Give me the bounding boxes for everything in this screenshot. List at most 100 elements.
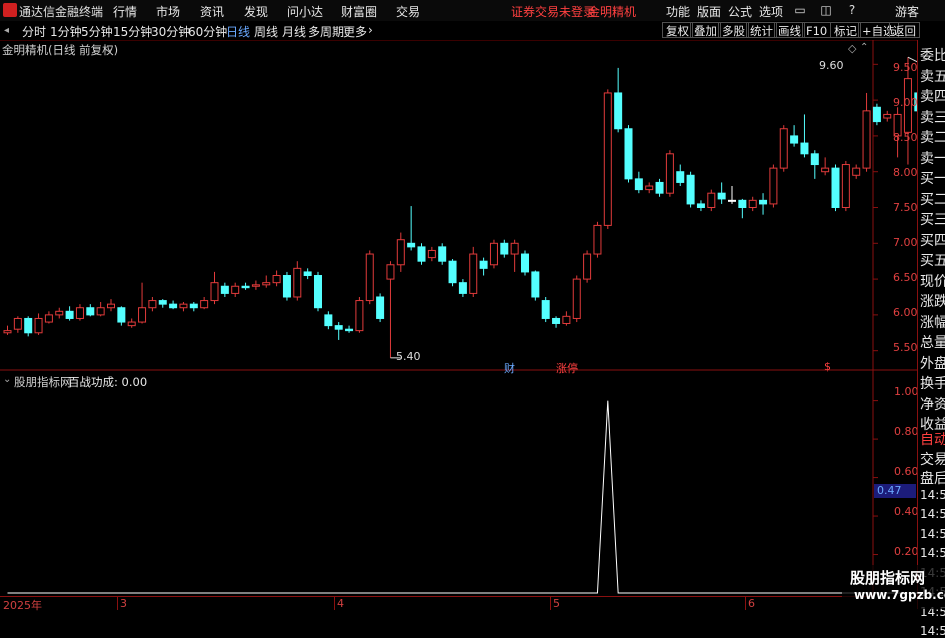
help-icon[interactable]: ? bbox=[844, 2, 860, 18]
candle-body[interactable] bbox=[355, 300, 364, 332]
menu-formula[interactable]: 公式 bbox=[728, 3, 752, 20]
candle-body[interactable] bbox=[531, 271, 540, 298]
candle-body[interactable] bbox=[614, 92, 623, 130]
candle-body[interactable] bbox=[821, 167, 830, 173]
candle-body[interactable] bbox=[303, 271, 312, 277]
candle-body[interactable] bbox=[3, 330, 12, 334]
candle-body[interactable] bbox=[655, 181, 664, 194]
candle-body[interactable] bbox=[324, 314, 333, 327]
candle-body[interactable] bbox=[148, 300, 157, 309]
candle-body[interactable] bbox=[717, 192, 726, 200]
candle-body[interactable] bbox=[872, 106, 881, 123]
candle-body[interactable] bbox=[127, 321, 136, 327]
candle-body[interactable] bbox=[65, 310, 74, 319]
period-60min[interactable]: 60分钟 bbox=[188, 23, 227, 40]
candle-body[interactable] bbox=[107, 303, 115, 309]
candle-body[interactable] bbox=[624, 128, 633, 180]
menu-trade[interactable]: 交易 bbox=[396, 3, 420, 20]
period-5min[interactable]: 5分钟 bbox=[81, 23, 113, 40]
candle-body[interactable] bbox=[386, 264, 395, 280]
candle-body[interactable] bbox=[189, 303, 198, 309]
candle-body[interactable] bbox=[438, 246, 447, 262]
period-multi[interactable]: 多周期 bbox=[308, 23, 344, 40]
candle-body[interactable] bbox=[469, 253, 478, 294]
candle-body[interactable] bbox=[500, 242, 509, 255]
candle-body[interactable] bbox=[376, 296, 385, 319]
menu-options[interactable]: 选项 bbox=[759, 3, 783, 20]
candle-body[interactable] bbox=[365, 253, 374, 302]
candle-body[interactable] bbox=[552, 317, 561, 324]
period-monthly[interactable]: 月线 bbox=[282, 23, 306, 40]
candle-body[interactable] bbox=[179, 303, 188, 309]
candle-body[interactable] bbox=[810, 153, 819, 166]
candle-body[interactable] bbox=[241, 285, 250, 289]
multi-stock-button[interactable]: 多股 bbox=[718, 22, 749, 38]
period-30min[interactable]: 30分钟 bbox=[151, 23, 190, 40]
candle-body[interactable] bbox=[220, 285, 229, 294]
period-tick[interactable]: 分时 bbox=[22, 23, 46, 40]
chevron-right-icon[interactable]: › bbox=[368, 23, 373, 37]
candle-body[interactable] bbox=[696, 203, 705, 209]
chevron-down-icon[interactable]: ⌄ bbox=[3, 374, 11, 385]
f10-button[interactable]: F10 bbox=[802, 22, 832, 38]
collapse-icon[interactable]: ◂ bbox=[4, 25, 9, 36]
candle-body[interactable] bbox=[883, 113, 892, 119]
candle-body[interactable] bbox=[665, 153, 674, 194]
user-guest[interactable]: 游客 bbox=[895, 3, 919, 20]
candle-body[interactable] bbox=[34, 317, 43, 334]
period-more[interactable]: 更多 bbox=[343, 23, 367, 40]
candle-body[interactable] bbox=[583, 253, 592, 280]
candle-body[interactable] bbox=[117, 307, 126, 323]
back-button[interactable]: 返回 bbox=[889, 22, 920, 38]
candle-body[interactable] bbox=[24, 317, 33, 334]
menu-layout[interactable]: 版面 bbox=[697, 3, 721, 20]
candle-body[interactable] bbox=[396, 239, 405, 266]
candle-body[interactable] bbox=[210, 282, 219, 302]
candle-body[interactable] bbox=[272, 275, 281, 284]
candle-body[interactable] bbox=[44, 314, 53, 323]
period-weekly[interactable]: 周线 bbox=[254, 23, 278, 40]
period-1min[interactable]: 1分钟 bbox=[50, 23, 82, 40]
overlay-button[interactable]: 叠加 bbox=[690, 22, 721, 38]
candle-body[interactable] bbox=[169, 303, 178, 309]
candle-body[interactable] bbox=[138, 307, 147, 323]
login-notice[interactable]: 证券交易未登录 bbox=[511, 3, 595, 20]
candle-body[interactable] bbox=[334, 325, 343, 330]
candle-body[interactable] bbox=[759, 199, 768, 205]
candle-body[interactable] bbox=[738, 199, 747, 209]
candle-body[interactable] bbox=[862, 110, 871, 169]
skin-icon[interactable]: ◫ bbox=[818, 2, 834, 18]
candle-body[interactable] bbox=[645, 185, 654, 191]
candle-body[interactable] bbox=[728, 199, 736, 202]
mark-button[interactable]: 标记 bbox=[830, 22, 861, 38]
candle-body[interactable] bbox=[593, 224, 602, 255]
candle-body[interactable] bbox=[55, 310, 64, 316]
candle-body[interactable] bbox=[75, 307, 84, 319]
candle-body[interactable] bbox=[13, 317, 22, 330]
menu-assistant[interactable]: 问小达 bbox=[287, 3, 323, 20]
candle-body[interactable] bbox=[489, 242, 498, 266]
candle-body[interactable] bbox=[262, 282, 271, 286]
candle-body[interactable] bbox=[769, 167, 778, 205]
adjust-button[interactable]: 复权 bbox=[662, 22, 693, 38]
candle-body[interactable] bbox=[790, 135, 799, 144]
chevron-down-icon[interactable]: ⌄ bbox=[104, 42, 113, 55]
candle-body[interactable] bbox=[852, 167, 861, 176]
candle-body[interactable] bbox=[200, 300, 209, 309]
collapse-up-icon[interactable]: ⌃ bbox=[860, 42, 868, 53]
candle-body[interactable] bbox=[603, 92, 612, 226]
menu-wealth-circle[interactable]: 财富圈 bbox=[341, 3, 377, 20]
candle-body[interactable] bbox=[841, 164, 850, 208]
candle-body[interactable] bbox=[510, 242, 519, 255]
candle-body[interactable] bbox=[707, 192, 716, 209]
menu-quotes[interactable]: 行情 bbox=[113, 3, 137, 20]
candle-body[interactable] bbox=[634, 178, 643, 191]
candle-body[interactable] bbox=[479, 260, 488, 269]
candle-body[interactable] bbox=[458, 282, 467, 294]
candle-body[interactable] bbox=[686, 174, 695, 205]
candle-body[interactable] bbox=[314, 275, 322, 309]
candle-body[interactable] bbox=[541, 300, 550, 319]
candle-body[interactable] bbox=[676, 171, 685, 183]
price-chart[interactable]: 金明精机(日线 前复权) ⌄ ◇ ⌃ 9.50 9.00 8.50 8.00 7… bbox=[0, 40, 918, 375]
candle-body[interactable] bbox=[427, 249, 436, 259]
